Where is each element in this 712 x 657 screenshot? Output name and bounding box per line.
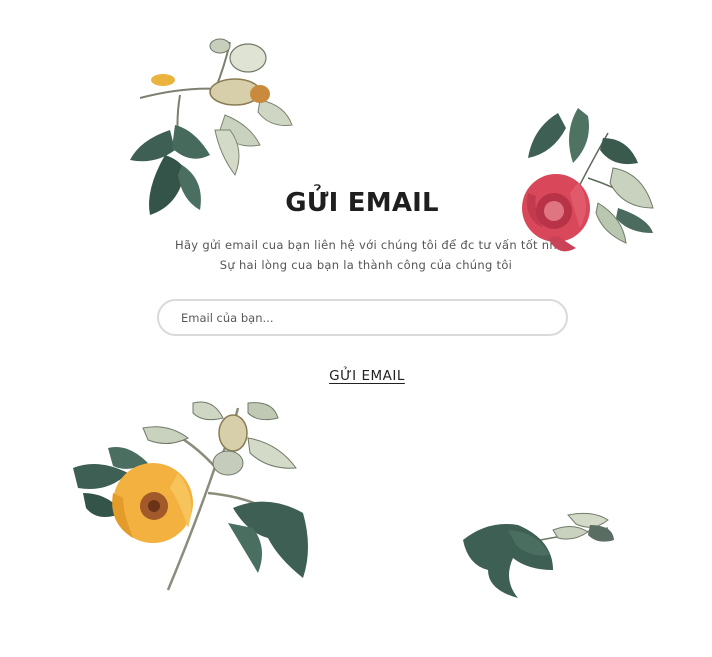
email-field-wrapper [157,299,568,336]
red-camellia-top-right-illustration [522,108,654,252]
leaf-sprig-bottom-right-illustration [463,512,614,598]
yellow-cotton-flower-bottom-left-illustration [73,401,308,591]
submit-email-button[interactable]: GỬI EMAIL [303,368,431,384]
email-input[interactable] [181,301,541,334]
